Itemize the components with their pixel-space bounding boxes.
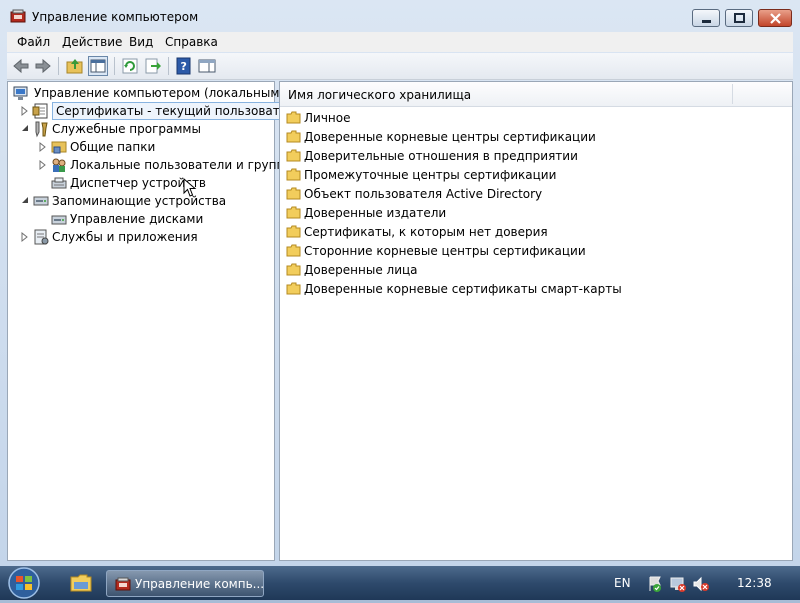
window-title: Управление компьютером [32, 10, 199, 24]
tree-label: Запоминающие устройства [52, 194, 227, 208]
mouse-cursor-icon [183, 178, 197, 197]
computer-management-icon [12, 84, 30, 102]
back-button[interactable] [11, 56, 31, 76]
list-item-label: Сторонние корневые центры сертификации [304, 244, 586, 258]
expand-arrow-icon[interactable] [38, 141, 48, 153]
menu-file[interactable]: Файл [17, 35, 50, 49]
list-item-label: Доверенные корневые центры сертификации [304, 130, 596, 144]
menu-help[interactable]: Справка [165, 35, 218, 49]
computer-management-icon [115, 577, 131, 591]
taskbar: Управление компь... EN 12:38 [0, 566, 800, 600]
toolbar: ? [7, 53, 793, 80]
tree-label: Службы и приложения [52, 230, 198, 244]
console-tree-icon [90, 59, 106, 73]
device-manager-icon [50, 174, 68, 192]
expand-arrow-icon[interactable] [38, 159, 48, 171]
folder-icon [286, 282, 301, 295]
export-list-button[interactable] [143, 56, 163, 76]
list-item-label: Доверительные отношения в предприятии [304, 149, 578, 163]
local-users-icon [50, 156, 68, 174]
folder-icon [70, 574, 92, 592]
store-list-pane: Имя логического хранилища Личное Доверен… [279, 81, 793, 561]
folder-icon [286, 187, 301, 200]
help-button[interactable]: ? [174, 56, 194, 76]
up-level-button[interactable] [65, 56, 85, 76]
menu-view[interactable]: Вид [129, 35, 153, 49]
back-arrow-icon [13, 58, 29, 74]
column-header[interactable]: Имя логического хранилища [280, 82, 792, 107]
language-indicator[interactable]: EN [614, 576, 631, 590]
title-bar[interactable]: Управление компьютером [0, 0, 800, 32]
action-pane-button[interactable] [197, 56, 217, 76]
console-tree: Управление компьютером (локальным) Серти… [7, 81, 306, 561]
clock[interactable]: 12:38 [737, 576, 772, 590]
forward-button[interactable] [33, 56, 53, 76]
folder-icon [286, 225, 301, 238]
refresh-button[interactable] [120, 56, 140, 76]
list-item-label: Личное [304, 111, 351, 125]
task-button-label: Управление компь... [135, 577, 265, 591]
menu-action[interactable]: Действие [62, 35, 122, 49]
folder-icon [286, 263, 301, 276]
minimize-icon [702, 20, 711, 23]
services-icon [32, 228, 50, 246]
export-list-icon [145, 58, 161, 74]
list-item-label: Промежуточные центры сертификации [304, 168, 557, 182]
folder-icon [286, 130, 301, 143]
refresh-icon [122, 58, 138, 74]
tree-label: Служебные программы [52, 122, 201, 136]
action-pane-icon [198, 59, 216, 73]
action-center-icon[interactable] [646, 575, 664, 593]
list-item-label: Сертификаты, к которым нет доверия [304, 225, 548, 239]
tree-label: Сертификаты - текущий пользователь [52, 102, 306, 120]
restore-icon [734, 13, 745, 23]
svg-text:?: ? [181, 60, 187, 73]
toolbar-separator [58, 57, 59, 75]
computer-management-icon [10, 9, 26, 23]
close-icon [770, 13, 781, 24]
folder-icon [286, 244, 301, 257]
folder-icon [286, 168, 301, 181]
minimize-button[interactable] [692, 9, 720, 27]
toolbar-separator [114, 57, 115, 75]
list-item-label: Доверенные издатели [304, 206, 447, 220]
volume-muted-icon[interactable] [692, 575, 710, 593]
close-button[interactable] [758, 9, 792, 27]
tree-label: Управление компьютером (локальным) [34, 86, 285, 100]
task-button-computer-management[interactable]: Управление компь... [106, 570, 264, 597]
maximize-button[interactable] [725, 9, 753, 27]
tree-label: Локальные пользователи и группы [70, 158, 294, 172]
storage-icon [32, 192, 50, 210]
tree-label: Управление дисками [70, 212, 204, 226]
disk-management-icon [50, 210, 68, 228]
collapse-arrow-icon[interactable] [20, 123, 30, 135]
menu-bar: Файл Действие Вид Справка [7, 32, 793, 52]
forward-arrow-icon [35, 58, 51, 74]
column-header-name: Имя логического хранилища [288, 88, 472, 102]
shared-folders-icon [50, 138, 68, 156]
certificates-icon [32, 102, 50, 120]
expand-arrow-icon[interactable] [20, 231, 30, 243]
windows-logo-icon [8, 567, 40, 599]
column-divider[interactable] [732, 84, 733, 104]
network-icon[interactable] [669, 575, 687, 593]
toolbar-separator [168, 57, 169, 75]
tree-label: Общие папки [70, 140, 156, 154]
computer-management-window: Управление компьютером Файл Действие Вид… [0, 0, 800, 566]
show-hide-tree-button[interactable] [88, 56, 108, 76]
folder-icon [286, 149, 301, 162]
explorer-quicklaunch-button[interactable] [68, 571, 94, 595]
folder-icon [286, 111, 301, 124]
help-icon: ? [176, 57, 191, 75]
collapse-arrow-icon[interactable] [20, 195, 30, 207]
list-item-label: Объект пользователя Active Directory [304, 187, 543, 201]
list-item-label: Доверенные корневые сертификаты смарт-ка… [304, 282, 622, 296]
system-tools-icon [32, 120, 50, 138]
start-button[interactable] [4, 566, 44, 600]
list-item-label: Доверенные лица [304, 263, 418, 277]
folder-icon [286, 206, 301, 219]
expand-arrow-icon[interactable] [20, 105, 30, 117]
folder-up-icon [66, 59, 83, 74]
